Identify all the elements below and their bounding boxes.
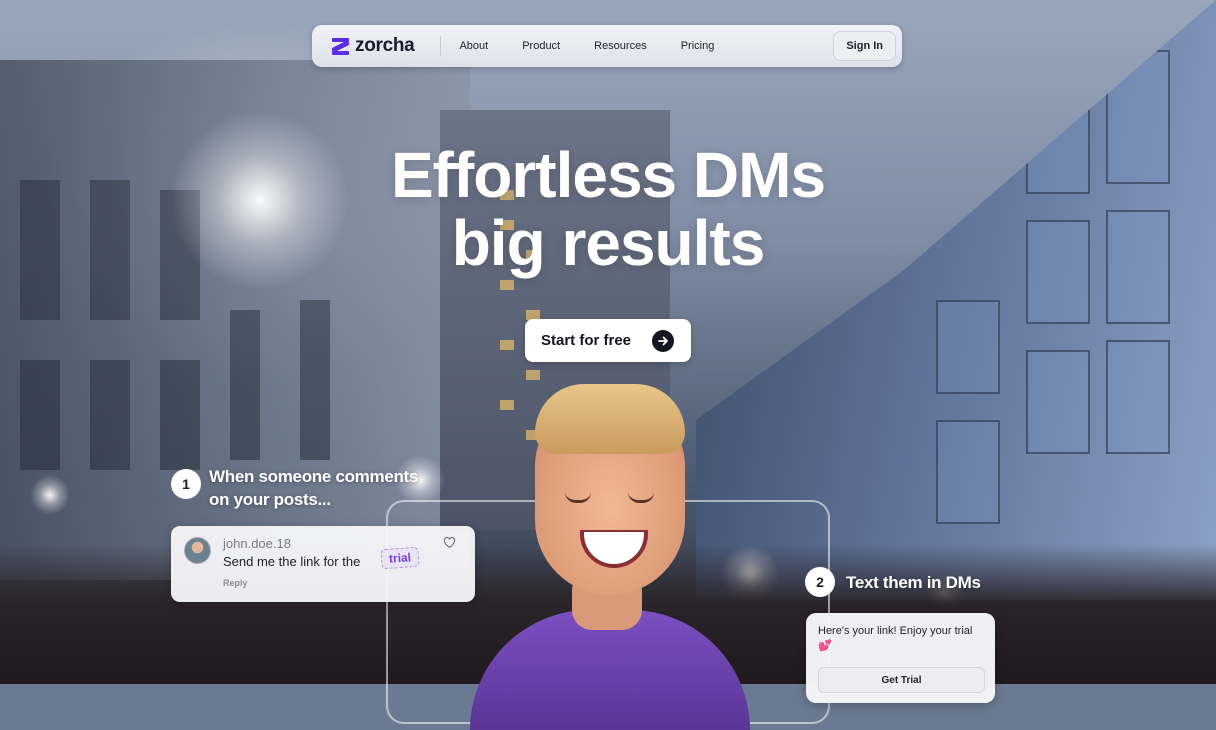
nav-divider bbox=[440, 36, 442, 56]
step-1-line1: When someone comments bbox=[209, 467, 419, 486]
start-for-free-button[interactable]: Start for free bbox=[525, 319, 691, 362]
top-navbar: zorcha About Product Resources Pricing S… bbox=[312, 25, 902, 67]
step-2-text: Text them in DMs bbox=[846, 573, 981, 592]
hero-title-line1: Effortless DMs bbox=[390, 139, 826, 211]
zorcha-logo-icon bbox=[332, 37, 349, 55]
nav-link-product[interactable]: Product bbox=[522, 40, 560, 52]
arrow-right-icon bbox=[652, 329, 674, 352]
step-1-line2: on your posts... bbox=[209, 490, 331, 509]
nav-link-resources[interactable]: Resources bbox=[594, 40, 647, 52]
get-trial-button[interactable]: Get Trial bbox=[818, 667, 985, 693]
sign-in-button[interactable]: Sign In bbox=[833, 31, 896, 61]
step-1-badge: 1 bbox=[171, 469, 201, 499]
reply-link[interactable]: Reply bbox=[223, 578, 248, 588]
smiling-man bbox=[440, 380, 780, 730]
comment-text: Send me the link for the bbox=[223, 554, 361, 569]
dm-card: Here's your link! Enjoy your trial 💕 Get… bbox=[806, 613, 995, 703]
comment-card: john.doe.18 Send me the link for the tri… bbox=[171, 526, 475, 602]
step-1-text: When someone comments on your posts... bbox=[209, 465, 418, 511]
cta-label: Start for free bbox=[541, 332, 632, 349]
brand-logo[interactable]: zorcha bbox=[332, 35, 415, 57]
heart-icon[interactable] bbox=[443, 536, 457, 550]
trial-keyword-tag: trial bbox=[380, 546, 420, 570]
step-2-badge: 2 bbox=[805, 567, 835, 597]
brand-name: zorcha bbox=[355, 35, 415, 56]
hero-title-line2: big results bbox=[451, 207, 766, 279]
nav-link-pricing[interactable]: Pricing bbox=[681, 40, 715, 52]
nav-link-about[interactable]: About bbox=[459, 40, 488, 52]
dm-message: Here's your link! Enjoy your trial 💕 bbox=[818, 625, 973, 652]
avatar bbox=[184, 537, 211, 564]
comment-username: john.doe.18 bbox=[223, 536, 291, 551]
